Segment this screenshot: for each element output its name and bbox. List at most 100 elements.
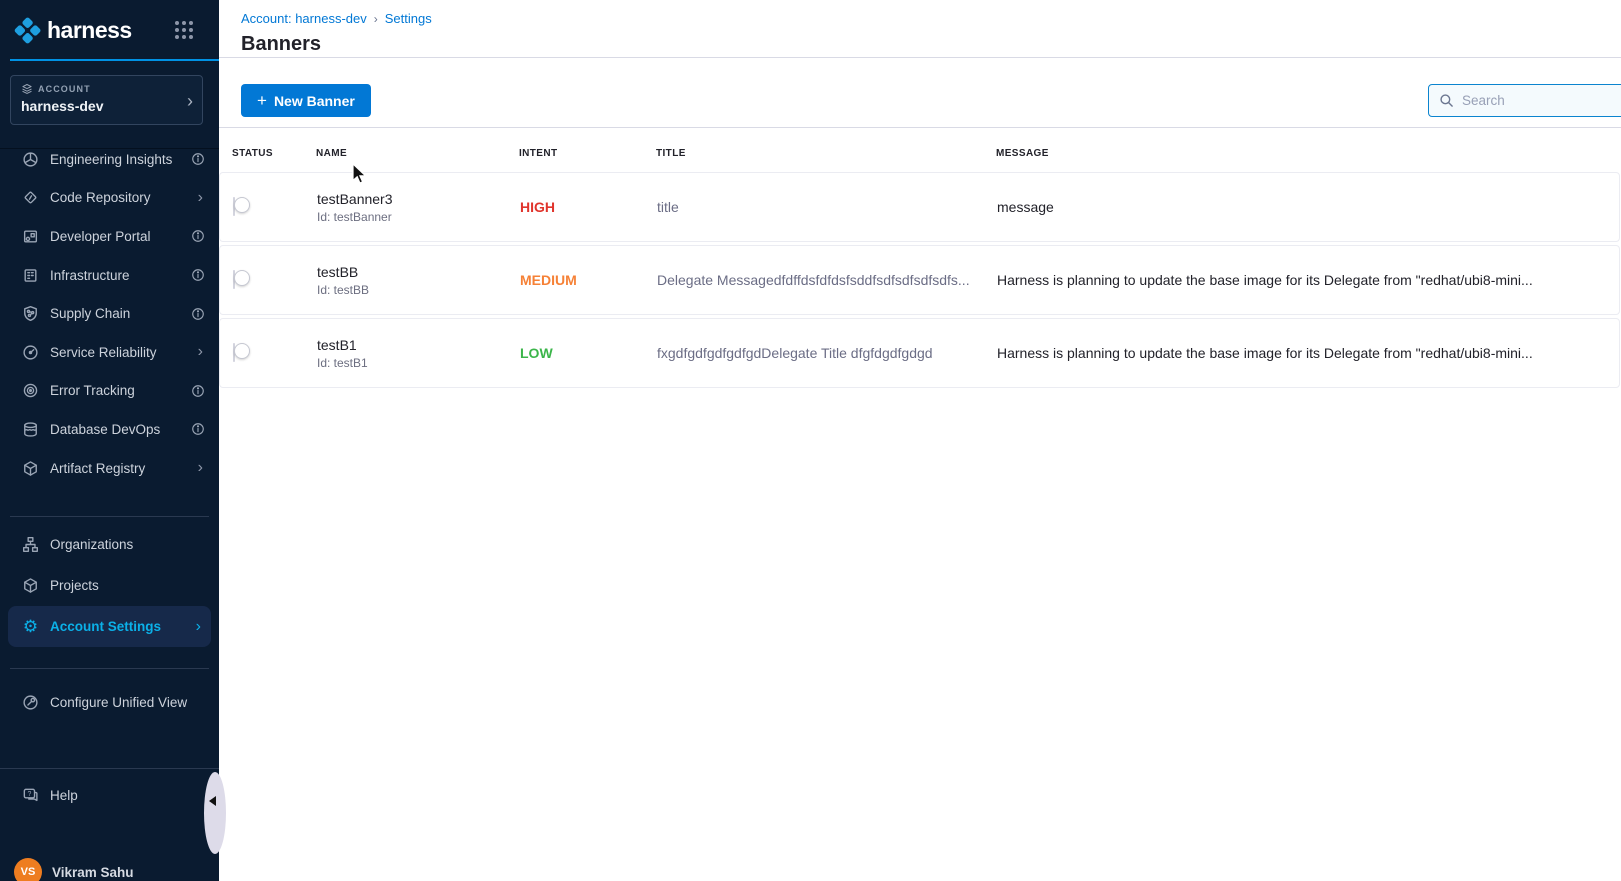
info-icon[interactable] [191, 307, 205, 321]
sidebar-item-label: Artifact Registry [50, 461, 198, 476]
harness-logo-icon [14, 17, 41, 44]
page-title: Banners [241, 33, 321, 56]
chevron-right-icon: › [187, 90, 193, 112]
supply-chain-icon [22, 305, 39, 322]
infrastructure-icon [22, 267, 39, 284]
sidebar-divider [10, 516, 209, 517]
sidebar: harness ACCOUNT harness-dev › Engineerin… [0, 0, 219, 881]
user-profile[interactable]: VS Vikram Sahu [14, 858, 211, 881]
sidebar-item-label: Infrastructure [50, 268, 191, 283]
module-nav-list: Engineering Insights Code Repository › D… [0, 140, 219, 487]
sidebar-item-supply-chain[interactable]: Supply Chain [0, 294, 219, 333]
svg-text:?: ? [28, 791, 32, 798]
new-banner-button[interactable]: + New Banner [241, 84, 371, 117]
sidebar-item-label: Code Repository [50, 190, 198, 205]
table-row[interactable]: testBanner3 Id: testBanner HIGH title me… [219, 172, 1620, 242]
developer-portal-icon [22, 228, 39, 245]
banner-message: Harness is planning to update the base i… [997, 272, 1619, 288]
info-icon[interactable] [191, 268, 205, 282]
chevron-right-icon: › [198, 460, 203, 476]
configure-unified-view-icon [22, 694, 39, 711]
logo-text: harness [47, 17, 132, 44]
app-window: harness ACCOUNT harness-dev › Engineerin… [0, 0, 1621, 881]
sidebar-item-label: Database DevOps [50, 422, 191, 437]
status-toggle[interactable] [233, 270, 235, 289]
sidebar-item-help[interactable]: ? Help [0, 779, 219, 811]
help-chat-icon: ? [22, 787, 39, 804]
info-icon[interactable] [191, 384, 205, 398]
code-repository-icon [22, 189, 39, 206]
search-icon [1439, 93, 1454, 108]
account-name: harness-dev [21, 98, 192, 114]
sidebar-item-artifact-registry[interactable]: Artifact Registry › [0, 449, 219, 488]
search-box [1428, 84, 1621, 117]
banner-id: Id: testBanner [317, 210, 520, 224]
column-header-name: NAME [316, 148, 519, 159]
breadcrumb-settings-link[interactable]: Settings [385, 11, 432, 26]
table-row[interactable]: testBB Id: testBB MEDIUM Delegate Messag… [219, 245, 1620, 315]
status-toggle[interactable] [233, 343, 235, 362]
database-devops-icon [22, 421, 39, 438]
status-toggle[interactable] [233, 197, 235, 216]
column-header-message: MESSAGE [996, 148, 1621, 159]
sidebar-item-label: Service Reliability [50, 345, 198, 360]
new-banner-label: New Banner [274, 93, 355, 109]
sidebar-item-code-repository[interactable]: Code Repository › [0, 179, 219, 218]
sidebar-item-label: Configure Unified View [50, 695, 207, 710]
banner-name: testBanner3 [317, 191, 520, 207]
banner-id: Id: testBB [317, 283, 520, 297]
sidebar-divider [0, 768, 219, 769]
column-header-title: TITLE [656, 148, 996, 159]
banner-id: Id: testB1 [317, 356, 520, 370]
sidebar-item-infrastructure[interactable]: Infrastructure [0, 256, 219, 295]
sidebar-collapse-handle[interactable] [204, 772, 226, 854]
layers-icon [21, 83, 33, 95]
banner-title: title [657, 199, 997, 215]
sidebar-item-label: Engineering Insights [50, 152, 191, 167]
info-icon[interactable] [191, 229, 205, 243]
banner-message: Harness is planning to update the base i… [997, 345, 1619, 361]
table-header-row: STATUS NAME INTENT TITLE MESSAGE [219, 140, 1621, 166]
app-switcher-icon[interactable] [175, 21, 193, 39]
column-header-status: STATUS [232, 148, 316, 159]
info-icon[interactable] [191, 152, 205, 166]
user-name: Vikram Sahu [52, 865, 134, 880]
breadcrumb: Account: harness-dev › Settings [241, 11, 432, 26]
table-row[interactable]: testB1 Id: testB1 LOW fxgdfgdfgdfgdfgdDe… [219, 318, 1620, 388]
account-selector[interactable]: ACCOUNT harness-dev › [10, 75, 203, 125]
sidebar-item-configure-unified-view[interactable]: Configure Unified View [0, 682, 219, 722]
sidebar-item-developer-portal[interactable]: Developer Portal [0, 217, 219, 256]
intent-badge: HIGH [520, 199, 657, 215]
sidebar-item-engineering-insights[interactable]: Engineering Insights [0, 140, 219, 179]
main-content: Account: harness-dev › Settings Banners … [219, 0, 1621, 881]
sidebar-item-organizations[interactable]: Organizations [0, 524, 219, 565]
sidebar-item-projects[interactable]: Projects [0, 565, 219, 606]
banner-name: testBB [317, 264, 520, 280]
harness-logo[interactable]: harness [14, 14, 195, 46]
artifact-registry-icon [22, 460, 39, 477]
gear-icon: ⚙ [23, 618, 38, 635]
info-icon[interactable] [191, 422, 205, 436]
sidebar-item-service-reliability[interactable]: Service Reliability › [0, 333, 219, 372]
sidebar-item-label: Help [50, 788, 207, 803]
avatar: VS [14, 858, 42, 881]
breadcrumb-account-link[interactable]: Account: harness-dev [241, 11, 367, 26]
sidebar-item-error-tracking[interactable]: Error Tracking [0, 372, 219, 411]
banner-name: testB1 [317, 337, 520, 353]
sidebar-item-label: Developer Portal [50, 229, 191, 244]
sidebar-item-account-settings[interactable]: ⚙ Account Settings › [8, 606, 211, 647]
service-reliability-icon [22, 344, 39, 361]
organizations-icon [22, 536, 39, 553]
chevron-right-icon: › [198, 190, 203, 206]
sidebar-item-database-devops[interactable]: Database DevOps [0, 410, 219, 449]
banner-title: Delegate Messagedfdffdsfdfdsfsddfsdfsdfs… [657, 272, 997, 288]
banner-title: fxgdfgdfgdfgdfgdDelegate Title dfgfdgdfg… [657, 345, 997, 361]
search-input[interactable] [1462, 93, 1621, 108]
logo-underline [10, 59, 219, 61]
account-label: ACCOUNT [38, 84, 91, 94]
sidebar-item-label: Error Tracking [50, 383, 191, 398]
toolbar-divider [219, 127, 1621, 128]
projects-icon [22, 577, 39, 594]
error-tracking-icon [22, 382, 39, 399]
sidebar-item-label: Account Settings [50, 619, 196, 634]
